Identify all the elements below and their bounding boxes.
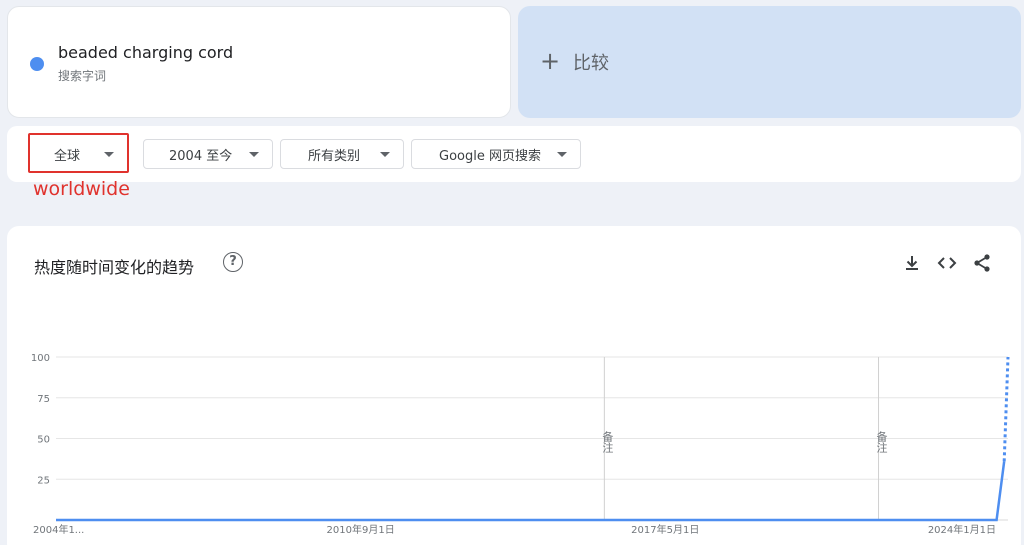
compare-label: 比较 bbox=[573, 53, 609, 74]
x-tick-label: 2017年5月1日 bbox=[631, 523, 699, 536]
search-type-filter[interactable]: Google 网页搜索 bbox=[411, 139, 581, 169]
chevron-down-icon bbox=[249, 151, 259, 157]
x-tick-label: 2024年1月1日 bbox=[928, 523, 996, 536]
series-partial-line bbox=[1002, 356, 1010, 462]
interest-over-time-card: 热度随时间变化的趋势 ? 25 50 75 100 备注 备注 2004年1... 2010年… bbox=[7, 226, 1021, 545]
category-filter-label: 所有类别 bbox=[308, 148, 361, 164]
search-term-name: beaded charging cord bbox=[58, 43, 234, 62]
search-type-filter-label: Google 网页搜索 bbox=[439, 148, 541, 164]
chevron-down-icon bbox=[380, 151, 390, 157]
search-term-type: 搜索字词 bbox=[58, 69, 107, 83]
compare-button[interactable]: + 比较 bbox=[518, 6, 1021, 118]
series-color-dot bbox=[30, 57, 44, 71]
plus-icon: + bbox=[540, 47, 561, 75]
y-tick-label: 75 bbox=[37, 394, 50, 405]
y-tick-label: 50 bbox=[37, 435, 50, 446]
filter-bar: 全球 2004 至今 所有类别 Google 网页搜索 bbox=[7, 126, 1021, 182]
chevron-down-icon bbox=[557, 151, 567, 157]
annotation-text: worldwide bbox=[33, 178, 130, 200]
time-range-filter-label: 2004 至今 bbox=[169, 148, 233, 164]
series-line bbox=[56, 461, 1006, 522]
annotation-highlight-box bbox=[28, 133, 129, 173]
time-range-filter[interactable]: 2004 至今 bbox=[143, 139, 273, 169]
annotation-label: 备注 bbox=[601, 430, 614, 453]
trend-chart: 25 50 75 100 备注 备注 2004年1... 2010年9月1日 2017年5月1日… bbox=[31, 353, 1010, 536]
y-tick-label: 100 bbox=[31, 353, 50, 364]
x-tick-label: 2010年9月1日 bbox=[327, 523, 395, 536]
x-tick-label: 2004年1... bbox=[33, 523, 84, 536]
annotation-label: 备注 bbox=[875, 430, 888, 453]
search-term-card[interactable]: beaded charging cord 搜索字词 bbox=[7, 6, 511, 118]
y-tick-label: 25 bbox=[37, 475, 50, 486]
category-filter[interactable]: 所有类别 bbox=[280, 139, 404, 169]
